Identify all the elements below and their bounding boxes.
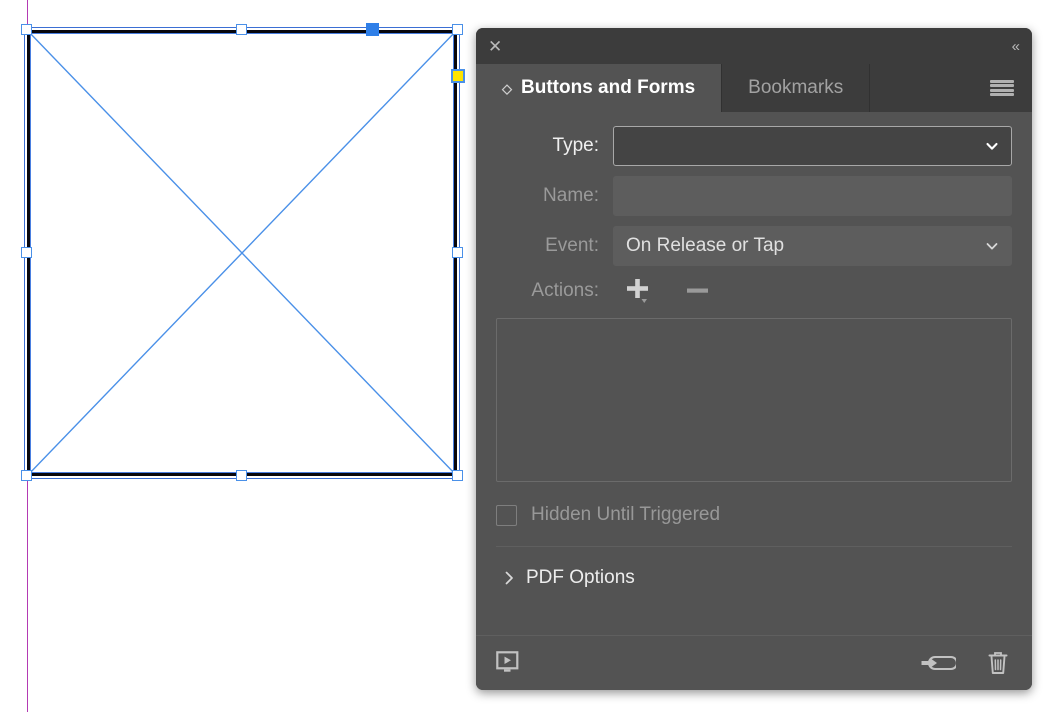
handle-bottom-center[interactable] xyxy=(236,470,247,481)
handle-bottom-right[interactable] xyxy=(452,470,463,481)
add-action-button[interactable] xyxy=(621,276,655,306)
tab-label: Buttons and Forms xyxy=(521,77,696,98)
plus-icon xyxy=(627,279,648,303)
pdf-options-label: PDF Options xyxy=(526,567,635,588)
collapse-panel-icon[interactable]: « xyxy=(1012,39,1020,54)
event-value: On Release or Tap xyxy=(626,235,785,256)
type-select[interactable] xyxy=(613,126,1012,166)
panel-tab-strip: ◇ Buttons and Forms Bookmarks xyxy=(476,64,1032,112)
tab-caret-icon: ◇ xyxy=(502,80,512,96)
hamburger-menu-icon[interactable] xyxy=(990,79,1014,97)
panel-titlebar: ✕ « xyxy=(476,28,1032,64)
buttons-and-forms-panel: ✕ « ◇ Buttons and Forms Bookmarks Type: xyxy=(476,28,1032,690)
chevron-down-icon xyxy=(986,243,998,250)
remove-action-button[interactable] xyxy=(681,276,715,306)
hidden-until-triggered-label: Hidden Until Triggered xyxy=(531,504,721,525)
event-select[interactable]: On Release or Tap xyxy=(613,226,1012,266)
panel-menu-area xyxy=(870,64,1032,112)
handle-content-grabber[interactable] xyxy=(451,69,465,83)
chevron-down-icon xyxy=(986,142,998,150)
actions-row: Actions: xyxy=(496,276,1012,306)
event-label: Event: xyxy=(545,235,599,256)
handle-text-flow-in[interactable] xyxy=(366,23,379,36)
delete-icon[interactable] xyxy=(986,650,1010,676)
preview-spread-icon[interactable] xyxy=(496,651,522,675)
hidden-until-triggered-row: Hidden Until Triggered xyxy=(496,504,1012,547)
handle-top-left[interactable] xyxy=(21,24,32,35)
minus-icon xyxy=(687,288,708,293)
panel-body: Type: Name: Event: On Release or Tap Act… xyxy=(476,112,1032,635)
tab-buttons-and-forms[interactable]: ◇ Buttons and Forms xyxy=(476,64,723,112)
handle-top-center[interactable] xyxy=(236,24,247,35)
convert-to-button-icon[interactable] xyxy=(920,651,956,675)
hidden-until-triggered-checkbox[interactable] xyxy=(496,504,517,526)
type-label: Type: xyxy=(552,135,599,156)
handle-top-right[interactable] xyxy=(452,24,463,35)
handle-middle-right[interactable] xyxy=(452,247,463,258)
panel-footer xyxy=(476,635,1032,690)
tab-label: Bookmarks xyxy=(748,77,844,98)
frame-inner-outline xyxy=(30,33,454,473)
close-icon[interactable]: ✕ xyxy=(488,38,502,55)
pdf-options-disclosure[interactable]: PDF Options xyxy=(496,547,1012,589)
name-row: Name: xyxy=(496,176,1012,216)
chevron-right-icon xyxy=(505,571,513,585)
name-label: Name: xyxy=(543,185,599,206)
actions-list[interactable] xyxy=(496,318,1012,482)
handle-bottom-left[interactable] xyxy=(21,470,32,481)
tab-bookmarks[interactable]: Bookmarks xyxy=(722,64,871,112)
name-input[interactable] xyxy=(613,176,1012,216)
type-row: Type: xyxy=(496,126,1012,166)
event-row: Event: On Release or Tap xyxy=(496,226,1012,266)
footer-right-actions xyxy=(920,650,1010,676)
handle-middle-left[interactable] xyxy=(21,247,32,258)
actions-label: Actions: xyxy=(531,280,599,301)
